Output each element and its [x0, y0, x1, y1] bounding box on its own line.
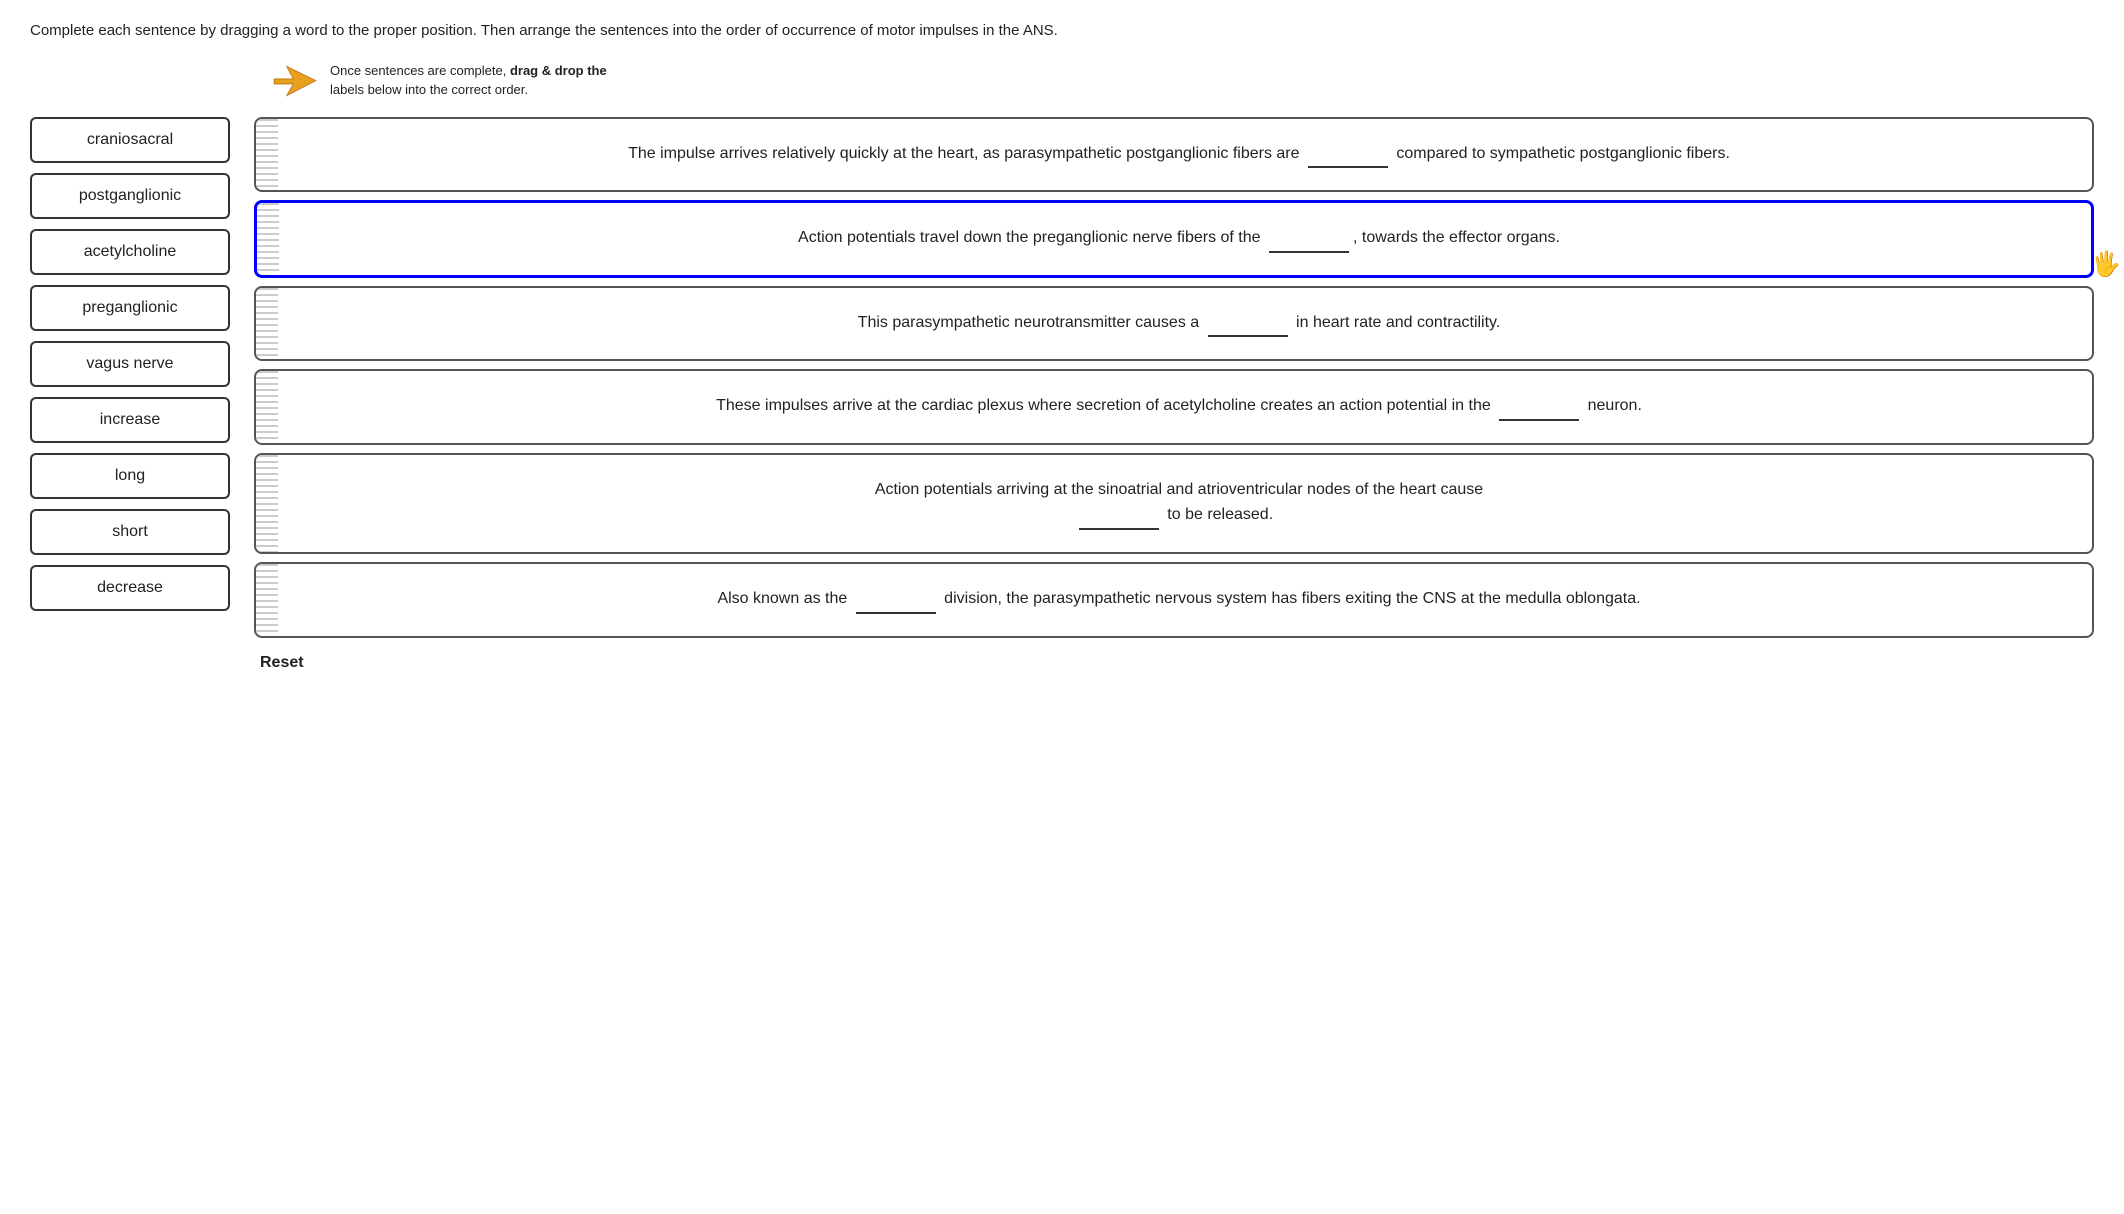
- drag-handle-s6[interactable]: [256, 564, 278, 636]
- main-layout: craniosacral postganglionic acetylcholine p…: [30, 117, 2094, 638]
- blank-s4[interactable]: [1499, 393, 1579, 421]
- blank-s3[interactable]: [1208, 310, 1288, 338]
- sentence-text-s2: Action potentials travel down the pregan…: [788, 229, 1560, 246]
- word-tile-w6[interactable]: increase: [30, 397, 230, 443]
- word-tile-w9[interactable]: decrease: [30, 565, 230, 611]
- sentence-box-s4: These impulses arrive at the cardiac ple…: [254, 369, 2094, 445]
- sentence-text-s4: These impulses arrive at the cardiac ple…: [706, 397, 1642, 414]
- sentence-text-s5: Action potentials arriving at the sinoat…: [865, 481, 1483, 524]
- word-tile-w5[interactable]: vagus nerve: [30, 341, 230, 387]
- sentences-area: The impulse arrives relatively quickly a…: [254, 117, 2094, 638]
- reset-button[interactable]: Reset: [260, 654, 304, 672]
- word-tile-w8[interactable]: short: [30, 509, 230, 555]
- cursor-hand-icon: 🖐: [2091, 246, 2121, 284]
- drag-handle-s1[interactable]: [256, 119, 278, 191]
- blank-s2[interactable]: [1269, 225, 1349, 253]
- sentence-box-s1: The impulse arrives relatively quickly a…: [254, 117, 2094, 193]
- arrow-icon: [270, 61, 320, 101]
- drag-handle-s2[interactable]: [257, 203, 279, 275]
- word-tile-w7[interactable]: long: [30, 453, 230, 499]
- sentence-box-s2: Action potentials travel down the pregan…: [254, 200, 2094, 278]
- drag-handle-s3[interactable]: [256, 288, 278, 360]
- sentence-box-s3: This parasympathetic neurotransmitter ca…: [254, 286, 2094, 362]
- drag-handle-s4[interactable]: [256, 371, 278, 443]
- drag-hint-text: Once sentences are complete, drag & drop…: [330, 62, 607, 98]
- drag-handle-s5[interactable]: [256, 455, 278, 552]
- word-tile-w4[interactable]: preganglionic: [30, 285, 230, 331]
- blank-s6[interactable]: [856, 586, 936, 614]
- sentence-box-s6: Also known as the division, the parasymp…: [254, 562, 2094, 638]
- word-tile-w1[interactable]: craniosacral: [30, 117, 230, 163]
- blank-s5[interactable]: [1079, 502, 1159, 530]
- sentence-text-s6: Also known as the division, the parasymp…: [707, 590, 1640, 607]
- word-bank: craniosacral postganglionic acetylcholine p…: [30, 117, 230, 611]
- word-tile-w3[interactable]: acetylcholine: [30, 229, 230, 275]
- drag-hint-container: Once sentences are complete, drag & drop…: [270, 61, 2094, 101]
- sentence-box-s5: Action potentials arriving at the sinoat…: [254, 453, 2094, 554]
- sentence-text-s1: The impulse arrives relatively quickly a…: [618, 145, 1730, 162]
- blank-s1[interactable]: [1308, 141, 1388, 169]
- instruction-text: Complete each sentence by dragging a wor…: [30, 20, 2094, 43]
- word-tile-w2[interactable]: postganglionic: [30, 173, 230, 219]
- sentence-text-s3: This parasympathetic neurotransmitter ca…: [848, 314, 1501, 331]
